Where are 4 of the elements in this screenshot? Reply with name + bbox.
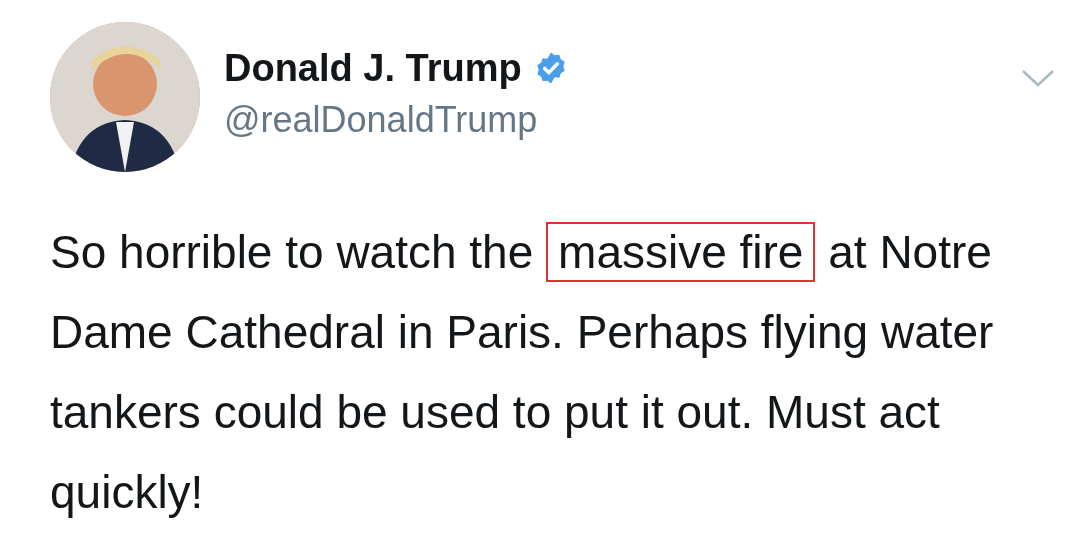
author-handle: @realDonaldTrump bbox=[224, 98, 539, 142]
chevron-down-icon[interactable] bbox=[1021, 68, 1055, 88]
author-name: Donald J. Trump bbox=[224, 46, 522, 91]
tweet-text: So horrible to watch the massive fire at Notre Dame Cathedral in Paris. Perhaps flying water tankers could be used to put it out. Must act quickly! bbox=[50, 212, 1055, 532]
